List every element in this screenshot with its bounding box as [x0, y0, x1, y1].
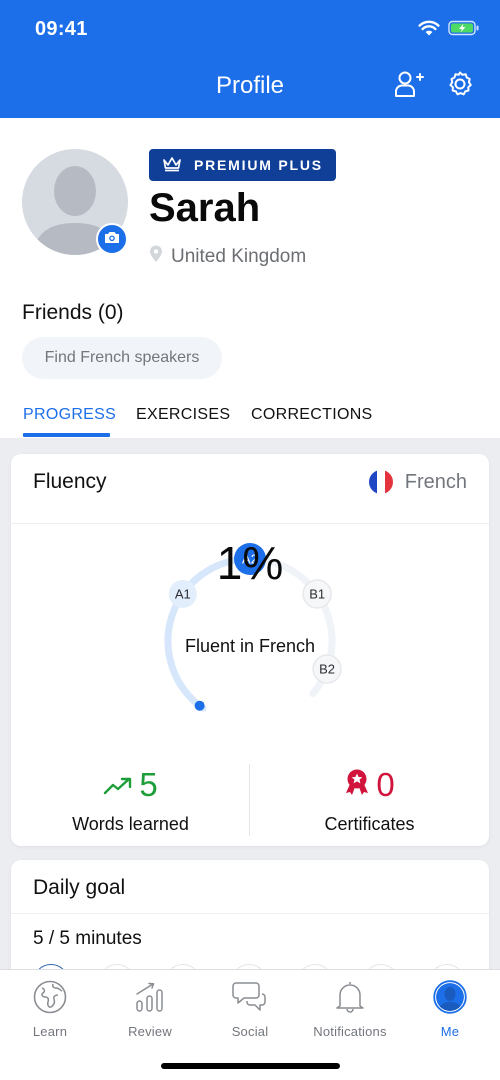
tab-exercises[interactable]: EXERCISES: [136, 406, 230, 424]
user-avatar-icon: [433, 979, 467, 1019]
add-friend-icon[interactable]: [394, 70, 424, 98]
certificates-value: 0: [376, 766, 395, 803]
header-actions: [394, 70, 474, 98]
tabbar-me[interactable]: Me: [400, 979, 500, 1039]
fluency-percent: 1%: [216, 537, 284, 589]
top-bar: 09:41 Profile: [0, 0, 500, 118]
french-flag-icon: [368, 470, 393, 494]
active-tab-indicator: [23, 433, 110, 437]
tabbar-review[interactable]: Review: [100, 980, 200, 1039]
tabbar-notifications-label: Notifications: [313, 1024, 387, 1039]
fluency-caption: Fluent in French: [184, 636, 316, 656]
find-speakers-button[interactable]: Find French speakers: [22, 337, 222, 379]
daily-goal-card: Daily goal 5 / 5 minutes: [11, 860, 489, 970]
tabbar-me-label: Me: [440, 1024, 460, 1039]
certificates-label: Certificates: [324, 814, 415, 834]
fluency-title: Fluency: [33, 470, 107, 493]
daily-goal-header: Daily goal: [11, 860, 489, 914]
tabbar-social[interactable]: Social: [200, 980, 300, 1039]
bell-icon: [334, 980, 366, 1019]
gauge-level-label: B2: [319, 662, 335, 677]
chat-bubbles-icon: [232, 981, 268, 1018]
change-photo-button[interactable]: [96, 223, 128, 255]
home-indicator: [161, 1063, 340, 1069]
fluency-card-header: Fluency French: [11, 454, 489, 524]
premium-badge-label: PREMIUM PLUS: [194, 157, 323, 173]
crown-icon: [162, 156, 182, 175]
trending-up-icon: [103, 766, 133, 804]
stat-certificates[interactable]: 0 Certificates: [250, 764, 489, 835]
camera-icon: [104, 230, 120, 249]
language-label: French: [404, 470, 467, 493]
battery-charging-icon: [448, 20, 480, 41]
gauge-progress-marker: [194, 700, 205, 711]
wifi-icon: [418, 20, 440, 41]
status-time: 09:41: [35, 18, 88, 40]
tabbar-social-label: Social: [231, 1024, 269, 1039]
language-selector[interactable]: French: [368, 470, 467, 494]
tabbar-learn-label: Learn: [32, 1024, 68, 1039]
words-learned-value: 5: [139, 766, 158, 803]
words-learned-label: Words learned: [72, 814, 189, 834]
status-icons: [418, 20, 480, 41]
fluency-card: Fluency French A1 A2 B1 B2 1% Fluent in Fre…: [11, 454, 489, 846]
globe-icon: [33, 980, 67, 1019]
stat-words-learned[interactable]: 5 Words learned: [11, 764, 250, 835]
daily-goal-body: 5 / 5 minutes: [11, 914, 489, 970]
daily-goal-title: Daily goal: [33, 876, 126, 899]
user-name: Sarah: [149, 186, 261, 230]
user-location: United Kingdom: [149, 245, 306, 269]
tab-progress[interactable]: PROGRESS: [23, 406, 116, 424]
tabbar-notifications[interactable]: Notifications: [300, 980, 400, 1039]
location-pin-icon: [149, 245, 163, 269]
bar-chart-icon: [134, 981, 166, 1018]
tabbar-learn[interactable]: Learn: [0, 980, 100, 1039]
settings-gear-icon[interactable]: [446, 70, 474, 98]
friends-title: Friends (0): [22, 301, 124, 324]
tabbar-review-label: Review: [128, 1024, 172, 1039]
tab-corrections[interactable]: CORRECTIONS: [251, 406, 373, 424]
profile-tabs: PROGRESS EXERCISES CORRECTIONS: [0, 400, 500, 438]
daily-goal-progress: 5 / 5 minutes: [33, 928, 142, 949]
progress-content[interactable]: Fluency French A1 A2 B1 B2 1% Fluent in Fre…: [0, 438, 500, 970]
profile-section: PREMIUM PLUS Sarah United Kingdom Friend…: [0, 118, 500, 438]
award-ribbon-icon: [344, 766, 370, 804]
stats-row: 5 Words learned 0 Certificates: [11, 764, 489, 844]
premium-badge: PREMIUM PLUS: [149, 149, 336, 181]
gauge-level-b2: B2: [312, 654, 342, 684]
location-label: United Kingdom: [171, 246, 307, 267]
